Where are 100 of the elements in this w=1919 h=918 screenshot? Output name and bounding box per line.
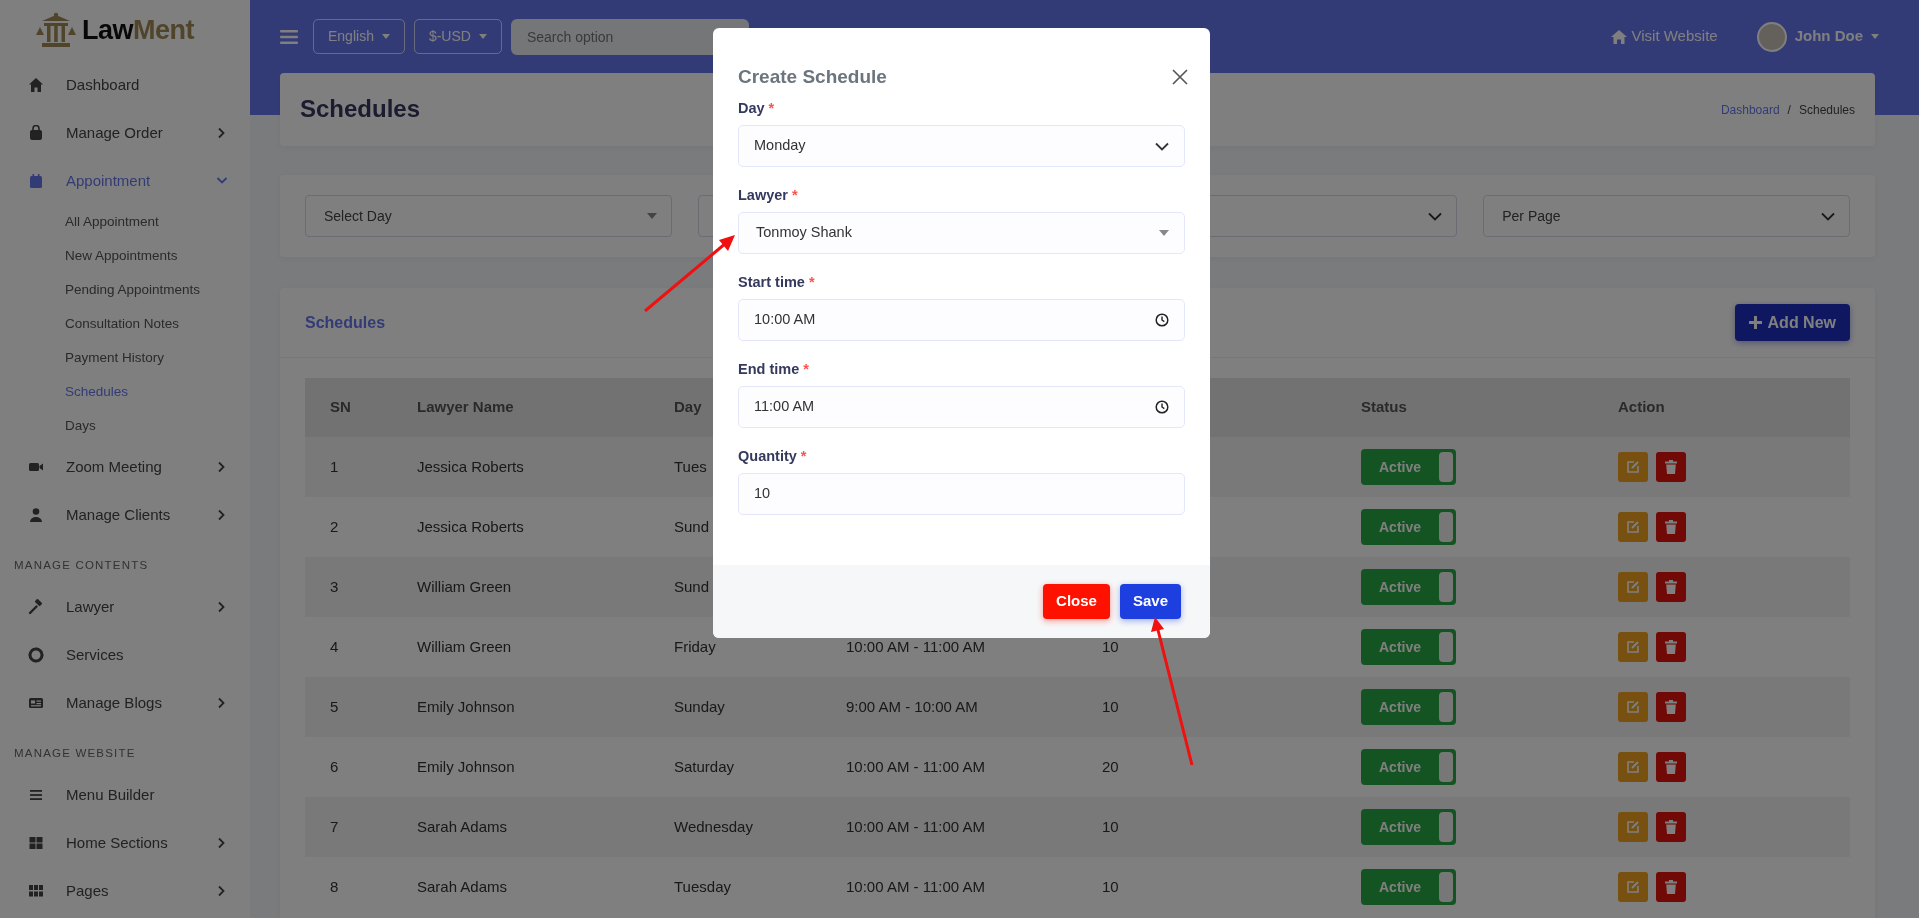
newspaper-icon (28, 695, 44, 711)
trash-icon (1665, 820, 1677, 834)
edit-icon (1626, 460, 1640, 474)
sidebar-subitem[interactable]: All Appointment (0, 205, 250, 239)
sidebar-section-heading: MANAGE CONTENTS (13, 558, 150, 573)
edit-icon (1626, 880, 1640, 894)
sidebar-subitem[interactable]: Schedules (0, 375, 250, 409)
chevron-down-icon (1155, 141, 1169, 151)
add-new-button[interactable]: Add New (1734, 304, 1850, 341)
table-cell: 3 (305, 557, 416, 617)
delete-button[interactable] (1656, 632, 1686, 662)
sidebar-item[interactable]: Appointment (0, 157, 250, 205)
trash-icon (1665, 760, 1677, 774)
trash-icon (1665, 520, 1677, 534)
dropdown-button[interactable]: English (313, 19, 405, 54)
edit-button[interactable] (1618, 872, 1648, 902)
edit-icon (1626, 820, 1640, 834)
table-cell: Tuesday (673, 857, 845, 917)
time-field[interactable]: 10:00 AM (738, 299, 1185, 341)
clock-icon (1155, 313, 1169, 327)
table-cell: 10 (1101, 677, 1360, 737)
delete-button[interactable] (1656, 452, 1686, 482)
edit-button[interactable] (1618, 572, 1648, 602)
status-toggle[interactable]: Active (1361, 809, 1456, 845)
sidebar-item[interactable]: Pages (0, 867, 250, 915)
table-cell: Sarah Adams (416, 797, 673, 857)
filter-select[interactable]: Select Day (305, 195, 672, 237)
table-cell: Wednesday (673, 797, 845, 857)
visit-website-link[interactable]: Visit Website (1609, 25, 1718, 48)
delete-button[interactable] (1656, 812, 1686, 842)
delete-button[interactable] (1656, 692, 1686, 722)
status-toggle[interactable]: Active (1361, 869, 1456, 905)
column-header: SN (305, 378, 416, 437)
caret-icon (646, 213, 657, 219)
sidebar-subitem[interactable]: Consultation Notes (0, 307, 250, 341)
edit-button[interactable] (1618, 512, 1648, 542)
sidebar-item[interactable]: Lawyer (0, 583, 250, 631)
table-cell: 9:00 AM - 10:00 AM (845, 677, 1101, 737)
status-toggle[interactable]: Active (1361, 629, 1456, 665)
close-icon[interactable] (1172, 69, 1188, 85)
filter-select[interactable]: Per Page (1483, 195, 1850, 237)
edit-icon (1626, 700, 1640, 714)
modal-title: Create Schedule (738, 66, 887, 89)
edit-button[interactable] (1618, 812, 1648, 842)
sidebar-subitem[interactable]: Payment History (0, 341, 250, 375)
table-cell: 10:00 AM - 11:00 AM (845, 737, 1101, 797)
sidebar-subitem[interactable]: Days (0, 409, 250, 443)
close-button[interactable]: Close (1043, 584, 1110, 619)
delete-button[interactable] (1656, 512, 1686, 542)
column-header: Status (1360, 378, 1617, 437)
edit-button[interactable] (1618, 692, 1648, 722)
sidebar-section-heading: MANAGE WEBSITE (13, 746, 137, 761)
trash-icon (1665, 580, 1677, 594)
status-toggle[interactable]: Active (1361, 449, 1456, 485)
bag-icon (28, 125, 44, 141)
grid-icon (28, 835, 44, 851)
sidebar-item[interactable]: Manage Order (0, 109, 250, 157)
time-field[interactable]: 11:00 AM (738, 386, 1185, 428)
input-field[interactable]: 10 (738, 473, 1185, 515)
dropdown-button[interactable]: $-USD (413, 19, 502, 54)
delete-button[interactable] (1656, 572, 1686, 602)
delete-button[interactable] (1656, 752, 1686, 782)
clock-icon (1155, 400, 1169, 414)
sidebar-item[interactable]: Home Sections (0, 819, 250, 867)
field-label: Day * (738, 99, 776, 119)
edit-button[interactable] (1618, 752, 1648, 782)
sidebar-item[interactable]: Manage Blogs (0, 679, 250, 727)
delete-button[interactable] (1656, 872, 1686, 902)
select-field[interactable]: Tonmoy Shank (738, 212, 1185, 254)
breadcrumb-link[interactable]: Dashboard (1720, 100, 1780, 119)
save-button[interactable]: Save (1119, 584, 1181, 619)
table-cell: Saturday (673, 737, 845, 797)
table-cell: 2 (305, 497, 416, 557)
status-toggle[interactable]: Active (1361, 569, 1456, 605)
sidebar-subitem[interactable]: Pending Appointments (0, 273, 250, 307)
edit-button[interactable] (1618, 632, 1648, 662)
menu-icon[interactable] (280, 28, 298, 45)
select-field[interactable]: Monday (738, 125, 1185, 167)
edit-button[interactable] (1618, 452, 1648, 482)
sidebar-item[interactable]: Manage Clients (0, 491, 250, 539)
sidebar-item[interactable]: Services (0, 631, 250, 679)
table-cell: 10 (1101, 617, 1360, 677)
gavel-icon (28, 599, 44, 615)
field-label: Lawyer * (738, 186, 799, 206)
column-header: Lawyer Name (416, 378, 673, 437)
field-label: End time * (738, 360, 810, 380)
calendar-icon (28, 173, 44, 189)
sidebar-item[interactable]: Zoom Meeting (0, 443, 250, 491)
sidebar-subitem[interactable]: New Appointments (0, 239, 250, 273)
status-toggle[interactable]: Active (1361, 509, 1456, 545)
sidebar-item[interactable]: Menu Builder (0, 771, 250, 819)
status-toggle[interactable]: Active (1361, 749, 1456, 785)
table-cell: 10:00 AM - 11:00 AM (845, 617, 1101, 677)
status-toggle[interactable]: Active (1361, 689, 1456, 725)
grid-icon (28, 883, 44, 899)
table-cell: 7 (305, 797, 416, 857)
user-menu[interactable]: John Doe (1756, 21, 1879, 52)
search-field[interactable]: Search option (510, 18, 749, 55)
table-cell: Emily Johnson (416, 737, 673, 797)
sidebar-item[interactable]: Dashboard (0, 61, 250, 109)
